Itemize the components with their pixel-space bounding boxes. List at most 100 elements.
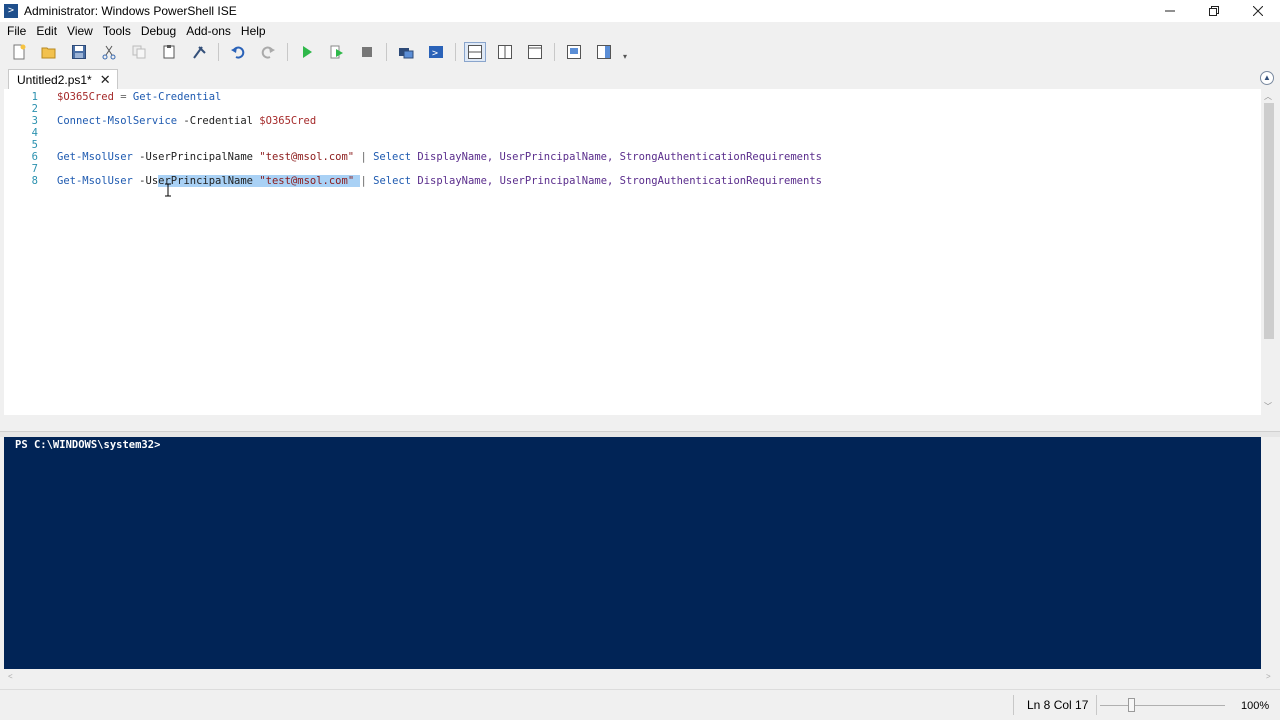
menu-tools[interactable]: Tools [98,24,136,38]
toolbar: > ▾ [0,40,1280,64]
window-title: Administrator: Windows PowerShell ISE [24,4,237,18]
tab-close-icon[interactable]: ✕ [100,72,111,88]
restore-button[interactable] [1192,0,1236,22]
script-pane-top-button[interactable] [464,42,486,62]
token-parameter: -UserPrincipalName [132,151,260,163]
save-icon [72,45,86,59]
toolbar-overflow-icon[interactable]: ▾ [623,52,627,61]
code-text: $O365Cred = Get-Credential [57,91,221,104]
cut-icon [102,45,116,60]
menu-help[interactable]: Help [236,24,271,38]
open-icon [41,47,56,59]
cursor-position: Ln 8 Col 17 [1013,695,1088,715]
console-vertical-scrollbar[interactable] [1261,437,1277,669]
powershell-icon: > [4,4,18,18]
command-window-button[interactable] [563,42,585,62]
cut-button[interactable] [98,42,120,62]
undo-button[interactable] [227,42,249,62]
svg-text:>: > [432,48,438,59]
code-text: Get-MsolUser -UserPrincipalName "test@ms… [57,151,822,164]
toolbar-separator [218,43,219,61]
menu-edit[interactable]: Edit [31,24,62,38]
tab-label: Untitled2.ps1* [17,72,92,87]
menu-debug[interactable]: Debug [136,24,181,38]
status-bar: Ln 8 Col 17 100% [0,689,1280,720]
token-parameter: -Credential [177,115,260,127]
remote-powershell-button[interactable] [395,42,417,62]
show-command-window-icon [567,45,581,59]
undo-icon [231,46,245,59]
new-script-button[interactable] [8,42,30,62]
token-string: "test@msol.com" [259,151,355,163]
collapse-script-pane-icon[interactable]: ▲ [1260,71,1274,85]
editor-vertical-scrollbar[interactable]: ︿ ﹀ [1261,89,1277,415]
token-command: Get-MsolUser [57,151,133,163]
minimize-icon [1165,10,1175,12]
start-powershell-icon: > [429,46,443,59]
text-selection: erPrincipalName "test@msol.com" [158,175,361,187]
stop-button[interactable] [356,42,378,62]
scrollbar-thumb[interactable] [1264,103,1274,339]
show-command-addon-icon [597,45,611,59]
script-editor[interactable]: 1 $O365Cred = Get-Credential 2 3 Connect… [4,89,1261,415]
script-pane-maximized-button[interactable] [524,42,546,62]
token-arguments: DisplayName, UserPrincipalName, StrongAu… [411,175,822,187]
token-parameter: erPrincipalName [158,175,260,187]
token-command: Connect-MsolService [57,115,178,127]
menu-view[interactable]: View [62,24,98,38]
scroll-up-icon[interactable]: ︿ [1264,91,1272,102]
token-arguments: DisplayName, UserPrincipalName, StrongAu… [411,151,822,163]
run-script-icon [303,46,312,58]
new-script-icon [13,44,26,60]
menu-file[interactable]: File [2,24,31,38]
menu-addons[interactable]: Add-ons [181,24,236,38]
show-script-pane-top-icon [468,45,482,59]
clear-console-button[interactable] [188,42,210,62]
zoom-slider-thumb[interactable] [1128,698,1135,712]
copy-button[interactable] [128,42,150,62]
redo-button[interactable] [257,42,279,62]
console-horizontal-scrollbar[interactable]: < > [4,669,1277,686]
token-command: Select [373,151,412,163]
token-pipe: | [360,175,374,187]
run-selection-button[interactable] [326,42,348,62]
code-line: 8 Get-MsolUser -UserPrincipalName "test@… [4,175,822,188]
toolbar-separator [386,43,387,61]
scroll-left-icon[interactable]: < [8,672,13,681]
run-script-button[interactable] [296,42,318,62]
zoom-slider-track[interactable] [1100,705,1225,706]
tab-untitled2[interactable]: Untitled2.ps1* ✕ [8,69,118,89]
scroll-down-icon[interactable]: ﹀ [1264,401,1272,412]
console-pane[interactable]: PS C:\WINDOWS\system32> [4,437,1261,669]
token-variable: $O365Cred [57,91,114,103]
status-divider [1096,695,1097,715]
menu-bar: File Edit View Tools Debug Add-ons Help [0,22,1280,40]
code-line: 3 Connect-MsolService -Credential $O365C… [4,115,317,128]
show-script-pane-right-icon [498,45,512,59]
token-operator: = [113,91,133,103]
paste-icon [163,45,175,59]
code-line: 6 Get-MsolUser -UserPrincipalName "test@… [4,151,822,164]
window-controls [1148,0,1280,22]
save-button[interactable] [68,42,90,62]
script-tab-strip: Untitled2.ps1* ✕ ▲ [0,64,1280,89]
clear-console-icon [193,46,206,59]
token-command: Select [373,175,412,187]
token-variable: $O365Cred [259,115,317,127]
close-button[interactable] [1236,0,1280,22]
script-pane-right-button[interactable] [494,42,516,62]
paste-button[interactable] [158,42,180,62]
scroll-right-icon[interactable]: > [1266,672,1271,681]
open-button[interactable] [38,42,60,62]
stop-icon [362,47,372,57]
title-bar: > Administrator: Windows PowerShell ISE [0,0,1280,22]
show-script-pane-maximized-icon [528,45,542,59]
token-command: Get-Credential [132,91,222,103]
console-prompt: PS C:\WINDOWS\system32> [15,439,161,451]
zoom-level: 100% [1241,700,1270,712]
editor-horizontal-scrollbar[interactable] [4,415,1261,431]
start-powershell-button[interactable]: > [425,42,447,62]
command-addon-button[interactable] [593,42,615,62]
minimize-button[interactable] [1148,0,1192,22]
line-number: 8 [31,175,38,187]
